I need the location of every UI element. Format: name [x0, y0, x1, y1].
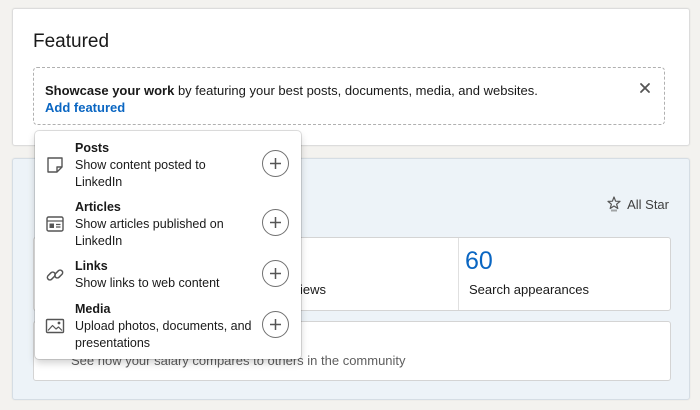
showcase-box: Showcase your work by featuring your bes… — [33, 67, 665, 125]
plus-icon — [270, 158, 281, 169]
plus-icon — [270, 319, 281, 330]
menu-item-articles[interactable]: Articles Show articles published on Link… — [35, 200, 301, 252]
showcase-text: Showcase your work by featuring your bes… — [45, 83, 538, 98]
add-featured-link[interactable]: Add featured — [45, 100, 125, 115]
menu-item-title: Posts — [75, 141, 110, 155]
media-icon — [45, 318, 65, 334]
plus-icon — [270, 268, 281, 279]
all-star-badge[interactable]: All Star — [607, 196, 669, 212]
menu-item-description: Upload photos, documents, and presentati… — [75, 319, 252, 350]
showcase-bold-text: Showcase your work — [45, 83, 175, 98]
featured-title: Featured — [33, 31, 110, 52]
menu-item-title: Media — [75, 302, 111, 316]
close-icon[interactable] — [638, 81, 652, 95]
all-star-label: All Star — [627, 196, 669, 212]
search-appearances-label[interactable]: Search appearances — [469, 282, 589, 297]
article-icon — [46, 216, 64, 232]
link-icon — [46, 269, 64, 281]
menu-item-description: Show articles published on LinkedIn — [75, 217, 224, 248]
menu-item-title: Articles — [75, 200, 121, 214]
add-media-button[interactable] — [262, 311, 289, 338]
stat-divider — [458, 238, 459, 310]
menu-item-media[interactable]: Media Upload photos, documents, and pres… — [35, 302, 301, 354]
menu-item-posts[interactable]: Posts Show content posted to LinkedIn — [35, 141, 301, 193]
plus-icon — [270, 217, 281, 228]
featured-section: Featured Showcase your work by featuring… — [12, 8, 690, 146]
add-featured-menu: Posts Show content posted to LinkedIn Ar… — [35, 131, 301, 359]
add-link-button[interactable] — [262, 260, 289, 287]
menu-item-title: Links — [75, 259, 108, 273]
menu-item-description: Show links to web content — [75, 276, 220, 290]
star-icon — [607, 196, 621, 212]
showcase-description: by featuring your best posts, documents,… — [174, 83, 538, 98]
search-appearances-count[interactable]: 60 — [465, 247, 493, 276]
menu-item-description: Show content posted to LinkedIn — [75, 158, 206, 189]
stat-views-label[interactable]: iews — [300, 282, 326, 297]
post-icon — [47, 157, 63, 173]
add-article-button[interactable] — [262, 209, 289, 236]
add-post-button[interactable] — [262, 150, 289, 177]
menu-item-links[interactable]: Links Show links to web content — [35, 259, 301, 295]
